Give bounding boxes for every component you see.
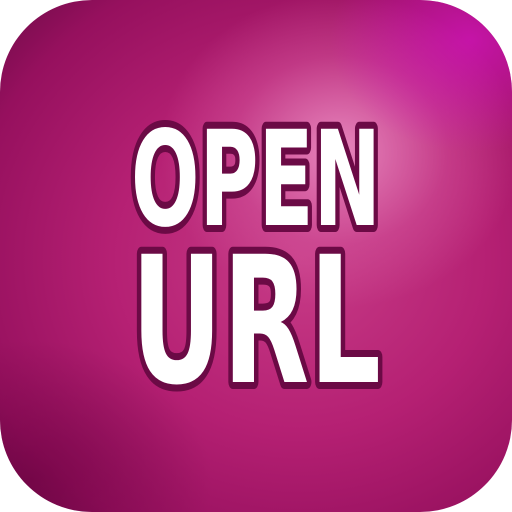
app-icon-tile[interactable]: OPEN URL: [0, 0, 512, 512]
label-line-url: URL: [131, 219, 381, 424]
app-icon-label: OPEN URL: [124, 96, 388, 431]
